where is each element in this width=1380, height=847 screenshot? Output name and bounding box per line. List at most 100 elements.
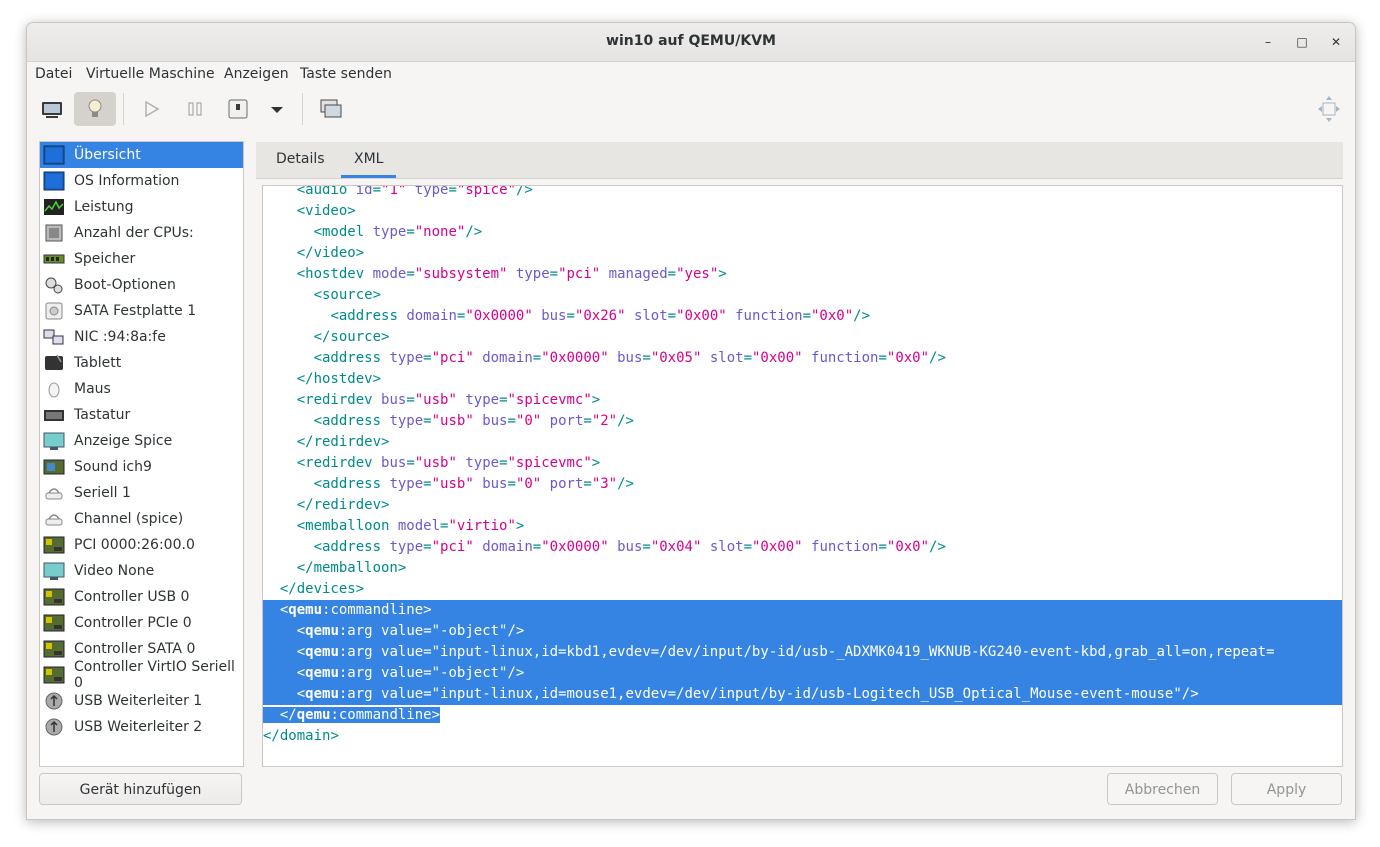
sidebar-item[interactable]: PCI 0000:26:00.0: [40, 532, 243, 558]
sidebar-item-label: NIC :94:8a:fe: [74, 329, 166, 345]
menu-anzeigen[interactable]: Anzeigen: [224, 66, 289, 82]
sidebar-item-label: Sound ich9: [74, 459, 152, 475]
sidebar-item[interactable]: OS Information: [40, 168, 243, 194]
monitor-blue-icon: [43, 145, 65, 165]
sidebar-item[interactable]: Tablett: [40, 350, 243, 376]
sidebar-item[interactable]: Maus: [40, 376, 243, 402]
code-line: <audio id="1" type="spice"/>: [296, 185, 533, 198]
sidebar-item[interactable]: Speicher: [40, 246, 243, 272]
fullscreen-button[interactable]: [1308, 92, 1350, 126]
add-hardware-button[interactable]: Gerät hinzufügen: [39, 773, 242, 805]
menu-datei[interactable]: Datei: [35, 66, 72, 82]
code-line: <hostdev mode="subsystem" type="pci" man…: [296, 266, 727, 282]
sidebar-item[interactable]: NIC :94:8a:fe: [40, 324, 243, 350]
play-icon: [145, 100, 160, 118]
tab-bar: Details XML: [256, 142, 1343, 179]
network-icon: [43, 327, 65, 347]
sidebar-item[interactable]: USB Weiterleiter 2: [40, 714, 243, 740]
sidebar-item-label: Tablett: [74, 355, 122, 371]
tab-details[interactable]: Details: [276, 151, 325, 167]
sidebar-item[interactable]: USB Weiterleiter 1: [40, 688, 243, 714]
sidebar-item[interactable]: Controller PCIe 0: [40, 610, 243, 636]
code-line: <address type="usb" bus="0" port="3"/>: [313, 476, 634, 492]
maximize-button[interactable]: □: [1292, 32, 1312, 52]
mouse-icon: [43, 379, 65, 399]
sidebar-item[interactable]: Channel (spice): [40, 506, 243, 532]
serial-icon: [43, 483, 65, 503]
minimize-button[interactable]: –: [1258, 32, 1278, 52]
toolbar: [27, 87, 1355, 129]
pci-card-icon: [43, 613, 65, 633]
shutdown-button[interactable]: [217, 92, 259, 126]
tablet-icon: [43, 353, 65, 373]
code-line: <qemu:arg value="input-linux,id=mouse1,e…: [263, 684, 1342, 705]
hardware-list[interactable]: Übersicht OS Information Leistung Anzahl de…: [39, 141, 244, 767]
code-line: <address type="pci" domain="0x0000" bus=…: [313, 539, 946, 555]
sidebar-item[interactable]: Anzeige Spice: [40, 428, 243, 454]
sidebar-item-label: PCI 0000:26:00.0: [74, 537, 195, 553]
sidebar-item[interactable]: Leistung: [40, 194, 243, 220]
sidebar-item[interactable]: Anzahl der CPUs:: [40, 220, 243, 246]
gears-icon: [43, 275, 65, 295]
code-line: </hostdev>: [296, 371, 382, 387]
sidebar-item[interactable]: Video None: [40, 558, 243, 584]
code-line: <address domain="0x0000" bus="0x26" slot…: [330, 308, 871, 324]
sidebar-item-label: Übersicht: [74, 147, 141, 163]
title-bar[interactable]: win10 auf QEMU/KVM – □ ✕: [27, 23, 1355, 62]
serial-icon: [43, 509, 65, 529]
sidebar-item-label: Seriell 1: [74, 485, 131, 501]
code-line: </source>: [313, 329, 390, 345]
tab-xml[interactable]: XML: [354, 151, 383, 167]
sidebar-item-label: Leistung: [74, 199, 134, 215]
sidebar-item[interactable]: Controller USB 0: [40, 584, 243, 610]
application-window: win10 auf QEMU/KVM – □ ✕ Datei Virtuelle…: [26, 22, 1356, 820]
code-line: </video>: [296, 245, 365, 261]
code-line: </redirdev>: [296, 497, 390, 513]
code-line: <qemu:commandline>: [263, 600, 1342, 621]
apply-button[interactable]: Apply: [1231, 773, 1342, 805]
code-line: </devices>: [279, 581, 365, 597]
code-line: <address type="pci" domain="0x0000" bus=…: [313, 350, 946, 366]
sidebar-item[interactable]: Seriell 1: [40, 480, 243, 506]
close-button[interactable]: ✕: [1326, 32, 1346, 52]
sidebar-item-label: Boot-Optionen: [74, 277, 176, 293]
sidebar-item[interactable]: Sound ich9: [40, 454, 243, 480]
snapshot-icon: [320, 99, 342, 118]
sidebar-item-label: USB Weiterleiter 2: [74, 719, 203, 735]
monitor-icon: [42, 102, 62, 118]
toolbar-separator: [302, 93, 303, 125]
details-button[interactable]: [74, 92, 116, 126]
sidebar-item-label: Video None: [74, 563, 155, 579]
power-icon: [228, 99, 248, 119]
performance-chart-icon: [43, 197, 65, 217]
sidebar-item-label: Controller PCIe 0: [74, 615, 192, 631]
sound-card-icon: [43, 457, 65, 477]
code-line: </redirdev>: [296, 434, 390, 450]
pause-button[interactable]: [174, 92, 216, 126]
code-line: <redirdev bus="usb" type="spicevmc">: [296, 455, 601, 471]
sidebar-item[interactable]: Controller VirtIO Seriell 0: [40, 659, 243, 691]
sidebar-item[interactable]: Übersicht: [40, 142, 243, 168]
sidebar-item-label: Maus: [74, 381, 111, 397]
xml-editor[interactable]: <audio id="1" type="spice"/> <video> <mo…: [262, 185, 1343, 767]
sidebar-item-label: Tastatur: [74, 407, 131, 423]
snapshots-button[interactable]: [310, 92, 352, 126]
code-line: </memballoon>: [296, 560, 407, 576]
console-button[interactable]: [31, 92, 73, 126]
sidebar-item-label: Anzeige Spice: [74, 433, 173, 449]
menu-taste-senden[interactable]: Taste senden: [300, 66, 392, 82]
pci-card-icon: [43, 587, 65, 607]
sidebar-item[interactable]: Boot-Optionen: [40, 272, 243, 298]
sidebar-item[interactable]: SATA Festplatte 1: [40, 298, 243, 324]
menu-virtuelle-maschine[interactable]: Virtuelle Maschine: [86, 66, 215, 82]
cpu-chip-icon: [43, 223, 65, 243]
code-line: </domain>: [263, 728, 339, 744]
cancel-button[interactable]: Abbrechen: [1107, 773, 1218, 805]
sidebar-item[interactable]: Tastatur: [40, 402, 243, 428]
sidebar-item-label: USB Weiterleiter 1: [74, 693, 203, 709]
sidebar-item-label: Controller SATA 0: [74, 641, 196, 657]
sidebar-item-label: Controller VirtIO Seriell 0: [74, 659, 235, 691]
shutdown-menu-button[interactable]: [256, 92, 298, 126]
run-button[interactable]: [130, 92, 172, 126]
toolbar-separator: [123, 93, 124, 125]
